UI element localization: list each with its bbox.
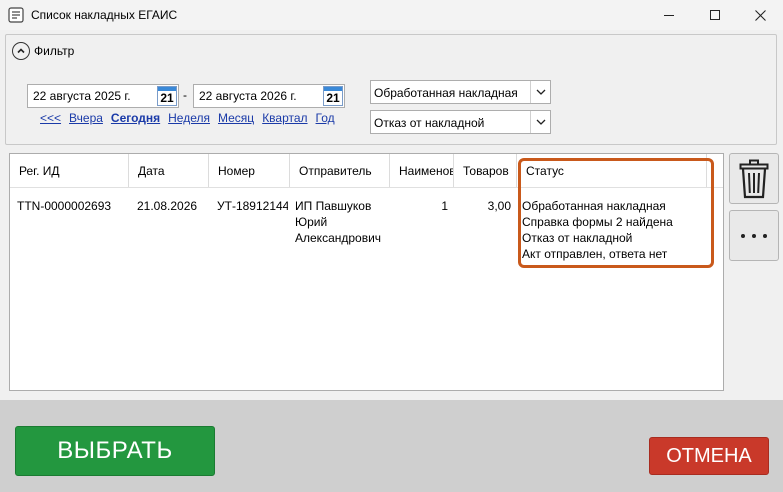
cell-number: УТ-18912144 — [217, 199, 288, 213]
type-select[interactable]: Отказ от накладной — [370, 110, 551, 134]
chevron-down-icon — [530, 111, 550, 133]
cell-goods: 3,00 — [487, 199, 511, 213]
title-bar: Список накладных ЕГАИС — [0, 0, 783, 30]
close-icon — [754, 9, 766, 21]
invoices-table: Рег. ИД Дата Номер Отправитель Наименова… — [9, 153, 724, 391]
link-today[interactable]: Сегодня — [111, 111, 160, 125]
trash-icon — [739, 159, 769, 198]
date-from-value: 22 августа 2025 г. — [33, 89, 131, 103]
calendar-icon[interactable]: 21 — [323, 86, 343, 106]
column-header-sender[interactable]: Отправитель — [290, 154, 390, 187]
cell-names: 1 — [441, 199, 448, 213]
cell-date: 21.08.2026 — [137, 199, 198, 213]
column-header-number[interactable]: Номер — [209, 154, 290, 187]
cell-reg-id: TTN-0000002693 — [17, 199, 112, 213]
link-week[interactable]: Неделя — [168, 111, 210, 125]
calendar-icon[interactable]: 21 — [157, 86, 177, 106]
link-year[interactable]: Год — [316, 111, 335, 125]
more-button[interactable] — [729, 210, 779, 261]
filter-label: Фильтр — [34, 44, 75, 58]
cell-sender: ИП Павшуков Юрий Александрович — [295, 199, 382, 245]
link-back[interactable]: <<< — [40, 111, 61, 125]
more-dots-icon — [741, 233, 767, 238]
chevron-up-icon — [17, 48, 25, 54]
date-from-field[interactable]: 22 августа 2025 г. 21 — [27, 84, 179, 108]
link-month[interactable]: Месяц — [218, 111, 254, 125]
date-to-field[interactable]: 22 августа 2026 г. 21 — [193, 84, 345, 108]
action-bar: ВЫБРАТЬ ОТМЕНА — [0, 400, 783, 492]
filter-panel: Фильтр 22 августа 2025 г. 21 - 22 август… — [5, 34, 777, 145]
link-yesterday[interactable]: Вчера — [69, 111, 103, 125]
maximize-button[interactable] — [692, 0, 738, 30]
delete-button[interactable] — [729, 153, 779, 204]
minimize-icon — [664, 14, 674, 16]
maximize-icon — [710, 10, 720, 20]
date-separator: - — [183, 88, 187, 102]
status-select[interactable]: Обработанная накладная — [370, 80, 551, 104]
column-header-goods[interactable]: Товаров — [454, 154, 517, 187]
type-select-value: Отказ от накладной — [374, 116, 485, 130]
column-header-date[interactable]: Дата — [129, 154, 209, 187]
status-highlight-frame — [518, 158, 714, 268]
cancel-button[interactable]: ОТМЕНА — [649, 437, 769, 475]
column-header-reg-id[interactable]: Рег. ИД — [10, 154, 129, 187]
minimize-button[interactable] — [646, 0, 692, 30]
quick-period-links: <<< Вчера Сегодня Неделя Месяц Квартал Г… — [40, 111, 343, 125]
close-button[interactable] — [737, 0, 783, 30]
filter-collapse-button[interactable] — [12, 42, 30, 60]
window-title: Список накладных ЕГАИС — [31, 8, 178, 22]
status-select-value: Обработанная накладная — [374, 86, 518, 100]
chevron-down-icon — [530, 81, 550, 103]
app-icon — [8, 7, 24, 23]
link-quarter[interactable]: Квартал — [262, 111, 307, 125]
date-to-value: 22 августа 2026 г. — [199, 89, 297, 103]
select-button[interactable]: ВЫБРАТЬ — [15, 426, 215, 476]
column-header-names[interactable]: Наименования — [390, 154, 454, 187]
